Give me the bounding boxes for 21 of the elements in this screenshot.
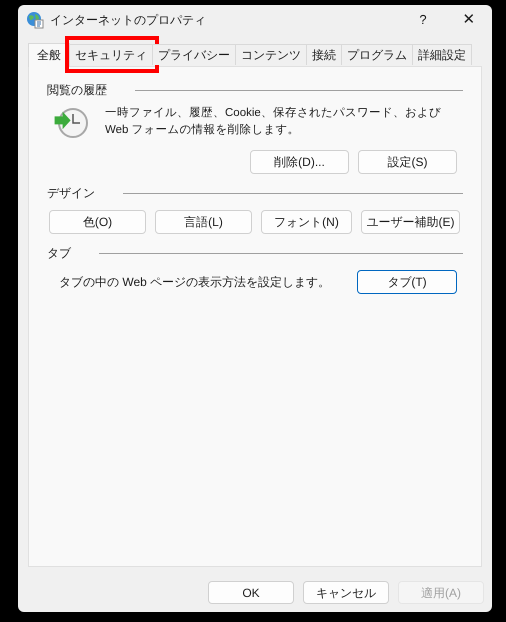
button[interactable]: フォント(N) xyxy=(261,210,352,234)
section-heading: タブ xyxy=(47,245,71,262)
button[interactable]: タブ(T) xyxy=(357,270,457,294)
section-heading: 閲覧の履歴 xyxy=(47,82,107,99)
button[interactable]: 言語(L) xyxy=(155,210,252,234)
apply-button: 適用(A) xyxy=(398,581,484,604)
button[interactable]: 設定(S) xyxy=(358,150,457,174)
description-text: タブの中の Web ページの表示方法を設定します。 xyxy=(59,274,330,291)
help-button[interactable]: ? xyxy=(400,5,446,35)
button[interactable]: ユーザー補助(E) xyxy=(361,210,460,234)
globe-icon xyxy=(26,11,44,29)
section-heading: デザイン xyxy=(47,185,95,202)
button[interactable]: OK xyxy=(208,581,294,604)
window-title: インターネットのプロパティ xyxy=(50,12,206,29)
button[interactable]: キャンセル xyxy=(303,581,389,604)
button[interactable]: 削除(D)... xyxy=(250,150,349,174)
close-button[interactable]: ✕ xyxy=(446,5,492,35)
tab[interactable]: プライバシー xyxy=(152,44,236,65)
button[interactable]: 色(O) xyxy=(49,210,146,234)
tab[interactable]: 詳細設定 xyxy=(412,44,472,65)
description-text: 一時ファイル、履歴、Cookie、保存されたパスワード、および Web フォームの情報を削除します。 xyxy=(105,106,442,138)
